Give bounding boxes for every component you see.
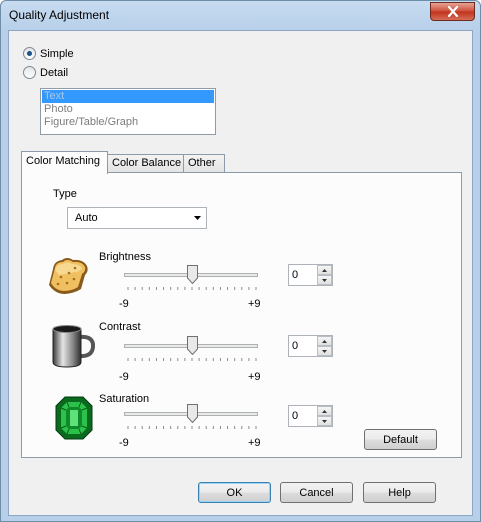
brightness-slider-thumb[interactable] (187, 265, 198, 284)
type-label: Type (53, 188, 77, 200)
saturation-ticks (127, 426, 257, 429)
brightness-spin-up[interactable] (317, 265, 332, 275)
detail-radio-label: Detail (40, 66, 69, 79)
contrast-ticks (127, 358, 257, 361)
dialog-window: Quality Adjustment Simple Detail Text Ph… (0, 0, 481, 522)
brightness-max-label: +9 (248, 298, 261, 310)
chevron-up-icon (322, 409, 327, 413)
mug-icon (52, 325, 96, 368)
contrast-label: Contrast (99, 321, 141, 333)
cancel-button[interactable]: Cancel (280, 482, 353, 503)
simple-radio-label: Simple (40, 47, 74, 60)
saturation-label: Saturation (99, 393, 150, 405)
saturation-max-label: +9 (248, 437, 261, 449)
saturation-value: 0 (292, 410, 299, 422)
color-matching-panel: Type Auto Brightness -9 +9 0 Contrast -9… (21, 172, 462, 458)
tab-other[interactable]: Other (183, 154, 225, 173)
contrast-spin-up[interactable] (317, 336, 332, 346)
toast-icon (49, 258, 88, 294)
contrast-value: 0 (292, 340, 299, 352)
tab-color-matching[interactable]: Color Matching (21, 151, 108, 174)
contrast-min-label: -9 (119, 371, 129, 383)
brightness-value: 0 (292, 269, 299, 281)
chevron-down-icon (322, 419, 327, 423)
brightness-min-label: -9 (119, 298, 129, 310)
list-item[interactable]: Text (42, 90, 214, 103)
detail-radio[interactable]: Detail (23, 66, 68, 79)
title-bar[interactable]: Quality Adjustment (1, 1, 480, 31)
target-listbox[interactable]: Text Photo Figure/Table/Graph (40, 88, 216, 135)
contrast-max-label: +9 (248, 371, 261, 383)
brightness-spinbox[interactable]: 0 (288, 264, 333, 286)
tab-color-balance[interactable]: Color Balance (107, 154, 184, 173)
chevron-down-icon (322, 349, 327, 353)
default-button[interactable]: Default (364, 429, 437, 450)
list-item[interactable]: Photo (42, 103, 214, 116)
saturation-spinbox[interactable]: 0 (288, 405, 333, 427)
brightness-label: Brightness (99, 251, 151, 263)
simple-radio-dot[interactable] (23, 47, 36, 60)
help-button[interactable]: Help (363, 482, 436, 503)
contrast-slider-thumb[interactable] (187, 336, 198, 355)
dialog-body: Simple Detail Text Photo Figure/Table/Gr… (8, 30, 473, 516)
detail-radio-dot[interactable] (23, 66, 36, 79)
window-title: Quality Adjustment (9, 8, 110, 22)
type-dropdown-value: Auto (75, 212, 98, 224)
saturation-spin-up[interactable] (317, 406, 332, 416)
chevron-up-icon (322, 268, 327, 272)
saturation-spin-down[interactable] (317, 416, 332, 426)
contrast-spin-down[interactable] (317, 346, 332, 356)
type-dropdown[interactable]: Auto (67, 207, 207, 229)
chevron-down-icon (194, 216, 201, 220)
close-icon (447, 6, 458, 17)
contrast-spinbox[interactable]: 0 (288, 335, 333, 357)
saturation-slider-thumb[interactable] (187, 404, 198, 423)
saturation-min-label: -9 (119, 437, 129, 449)
brightness-ticks (127, 287, 257, 290)
ok-button[interactable]: OK (198, 482, 271, 503)
emerald-icon (55, 396, 93, 440)
close-button[interactable] (430, 2, 475, 21)
chevron-up-icon (322, 339, 327, 343)
simple-radio[interactable]: Simple (23, 47, 74, 60)
brightness-spin-down[interactable] (317, 275, 332, 285)
chevron-down-icon (322, 278, 327, 282)
list-item[interactable]: Figure/Table/Graph (42, 116, 214, 129)
